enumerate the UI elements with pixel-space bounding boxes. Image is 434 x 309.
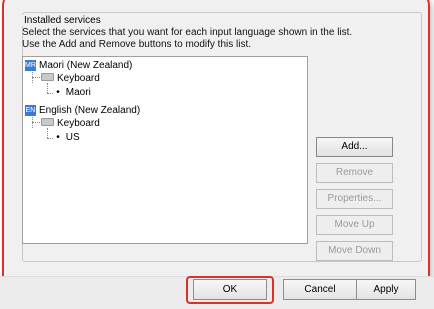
properties-button[interactable]: Properties... [316, 189, 393, 209]
bullet-icon: • [56, 132, 60, 143]
tree-item-english-service[interactable]: • US [53, 131, 80, 144]
move-down-button[interactable]: Move Down [316, 241, 393, 261]
group-title: Installed services [22, 15, 103, 26]
maori-language-icon: MR [25, 60, 36, 71]
tree-item-label: Keyboard [57, 118, 100, 129]
tree-item-label: US [65, 132, 80, 143]
ok-highlight-annotation [186, 276, 274, 304]
cancel-button[interactable]: Cancel [283, 279, 357, 300]
tree-item-maori-language[interactable]: MR Maori (New Zealand) [25, 59, 132, 72]
tree-item-english-keyboard[interactable]: Keyboard [41, 117, 100, 130]
keyboard-icon [41, 73, 54, 82]
description-line-2: Use the Add and Remove buttons to modify… [22, 39, 252, 50]
apply-button[interactable]: Apply [356, 279, 416, 300]
add-button[interactable]: Add... [316, 137, 393, 157]
services-tree[interactable]: MR Maori (New Zealand) Keyboard • Maori E… [22, 56, 308, 244]
tree-item-label: Keyboard [57, 73, 100, 84]
remove-button[interactable]: Remove [316, 163, 393, 183]
tree-item-english-language[interactable]: EN English (New Zealand) [25, 104, 140, 117]
keyboard-icon [41, 118, 54, 127]
description-line-1: Select the services that you want for ea… [22, 27, 353, 38]
bullet-icon: • [56, 87, 60, 98]
tree-item-label: Maori [65, 87, 91, 98]
english-language-icon: EN [25, 105, 36, 116]
tree-item-maori-keyboard[interactable]: Keyboard [41, 72, 100, 85]
move-up-button[interactable]: Move Up [316, 215, 393, 235]
tree-item-maori-service[interactable]: • Maori [53, 86, 91, 99]
tree-item-label: Maori (New Zealand) [39, 60, 133, 71]
description-text: Select the services that you want for ea… [22, 27, 417, 51]
tree-item-label: English (New Zealand) [39, 105, 141, 116]
